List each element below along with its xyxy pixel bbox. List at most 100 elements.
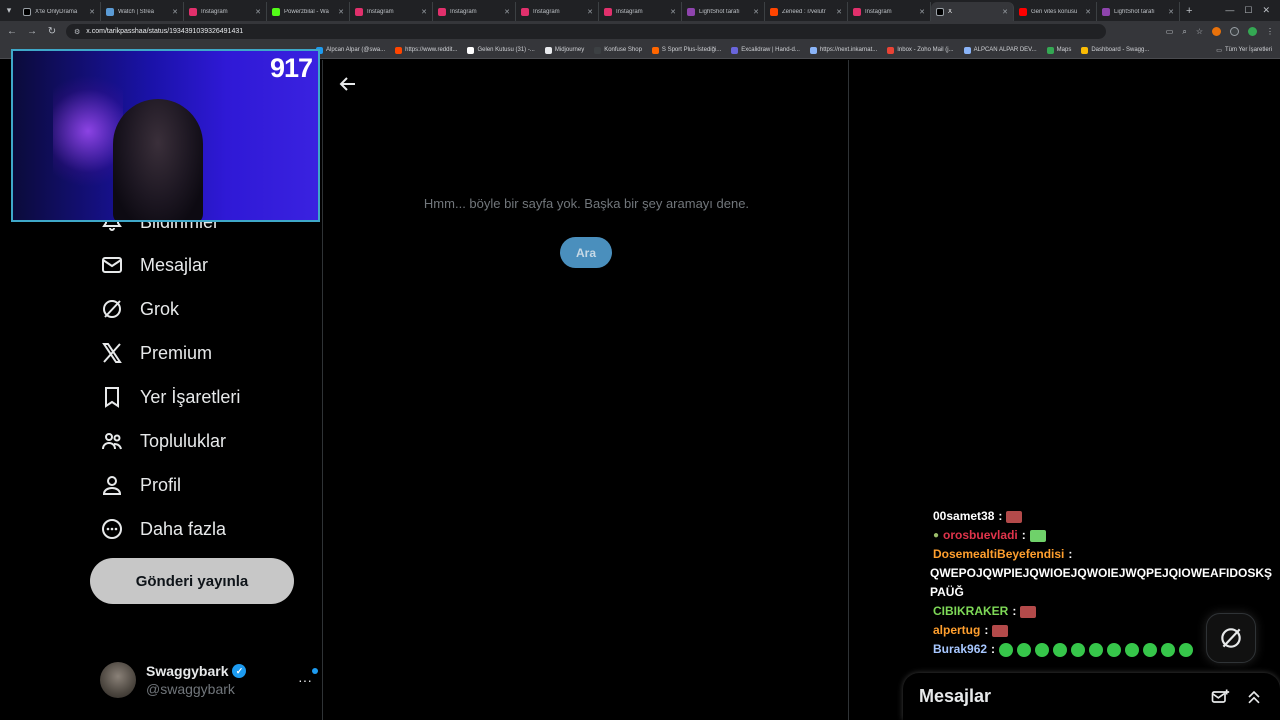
- tab-close-icon[interactable]: ✕: [670, 8, 676, 16]
- site-info-icon[interactable]: ⚙: [74, 28, 80, 36]
- bookmark-item[interactable]: https://next.inkarnat...: [809, 46, 878, 54]
- bookmark-item[interactable]: Midjourney: [544, 46, 584, 54]
- more-circle-icon: [102, 519, 122, 539]
- browser-tab[interactable]: Instagram ✕: [350, 2, 433, 21]
- chat-emote-icon: [999, 642, 1014, 657]
- cast-icon[interactable]: ▭: [1166, 27, 1174, 36]
- bookmark-favicon-icon: [651, 46, 659, 54]
- bookmark-item[interactable]: S Sport Plus-İstediği...: [651, 46, 721, 54]
- tab-close-icon[interactable]: ✕: [89, 8, 95, 16]
- nav-label: Grok: [140, 298, 180, 319]
- browser-tab[interactable]: X'te OnlyDrama ✕: [18, 2, 101, 21]
- browser-tab[interactable]: Instagram ✕: [516, 2, 599, 21]
- avatar: [100, 662, 136, 698]
- reload-icon[interactable]: ↻: [46, 26, 58, 37]
- forward-nav-icon[interactable]: →: [26, 26, 38, 37]
- bookmark-label: https://next.inkarnat...: [819, 47, 878, 53]
- account-more-icon[interactable]: ···: [298, 668, 318, 688]
- all-bookmarks-button[interactable]: ▭ Tüm Yer İşaretleri: [1216, 47, 1280, 54]
- bookmark-item[interactable]: Inbox - Zoho Mail (j...: [887, 46, 954, 54]
- tab-close-icon[interactable]: ✕: [919, 8, 925, 16]
- tab-close-icon[interactable]: ✕: [836, 8, 842, 16]
- bookmark-item[interactable]: Alpcan Alpar (@swa...: [316, 46, 385, 54]
- chat-emote-icon: [1143, 642, 1158, 657]
- browser-tab[interactable]: LightShot tarafı ✕: [682, 2, 765, 21]
- bookmark-item[interactable]: ALPCAN ALPAR DEV...: [963, 46, 1037, 54]
- tab-favicon-icon: [687, 7, 695, 16]
- account-switcher[interactable]: Swaggybark ✓ @swaggybark ···: [100, 660, 318, 700]
- expand-up-icon[interactable]: [1244, 687, 1264, 707]
- bookmark-item[interactable]: Excalidraw | Hand-d...: [731, 46, 800, 54]
- browser-tab-bar: ▾ X'te OnlyDrama ✕ Watch | Strea ✕ Instagram…: [0, 0, 1280, 21]
- back-arrow-icon[interactable]: [338, 74, 358, 94]
- browser-tab[interactable]: Instagram ✕: [184, 2, 267, 21]
- tab-close-icon[interactable]: ✕: [338, 8, 344, 16]
- tab-close-icon[interactable]: ✕: [172, 8, 178, 16]
- zoom-icon[interactable]: ⌕: [1182, 27, 1186, 37]
- bookmark-item[interactable]: Maps: [1046, 46, 1071, 54]
- browser-tab[interactable]: Zeneed : r/velutr ✕: [765, 2, 848, 21]
- tab-close-icon[interactable]: ✕: [255, 8, 261, 16]
- account-text: Swaggybark ✓ @swaggybark: [146, 663, 247, 697]
- new-message-icon[interactable]: [1210, 687, 1230, 707]
- browser-menu-icon[interactable]: ▾: [0, 0, 18, 21]
- bookmark-favicon-icon: [467, 46, 475, 54]
- browser-tab[interactable]: Instagram ✕: [599, 2, 682, 21]
- nav-item-bookmarks[interactable]: Yer İşaretleri: [100, 385, 240, 409]
- browser-tab[interactable]: X ✕: [931, 2, 1014, 21]
- bookmark-star-icon[interactable]: ☆: [1196, 27, 1203, 36]
- post-button[interactable]: Gönderi yayınla: [90, 558, 294, 604]
- tab-label: Instagram: [367, 8, 394, 15]
- bookmark-favicon-icon: [731, 46, 739, 54]
- bookmark-favicon-icon: [395, 46, 403, 54]
- nav-item-messages[interactable]: Mesajlar: [100, 253, 208, 277]
- nav-item-communities[interactable]: Topluluklar: [100, 429, 226, 453]
- bookmark-label: Konfuse Shop: [604, 47, 642, 53]
- browser-tab[interactable]: Powerzbilal - Wa ✕: [267, 2, 350, 21]
- tab-favicon-icon: [355, 7, 363, 16]
- back-nav-icon[interactable]: ←: [6, 26, 18, 37]
- browser-tab[interactable]: Geri vites konusu ✕: [1014, 2, 1097, 21]
- tab-close-icon[interactable]: ✕: [1085, 8, 1091, 16]
- bookmark-favicon-icon: [544, 46, 552, 54]
- more-dots: ···: [298, 672, 312, 688]
- chat-emote-icon: [1125, 642, 1140, 657]
- tab-close-icon[interactable]: ✕: [421, 8, 427, 16]
- new-tab-button[interactable]: +: [1186, 5, 1192, 17]
- minimize-icon[interactable]: —: [1225, 5, 1234, 16]
- tab-favicon-icon: [23, 7, 31, 16]
- bookmark-label: Dashboard - Swagg...: [1091, 47, 1150, 53]
- tab-close-icon[interactable]: ✕: [1002, 8, 1008, 16]
- nav-item-profile[interactable]: Profil: [100, 473, 181, 497]
- close-window-icon[interactable]: ✕: [1262, 5, 1270, 16]
- search-button[interactable]: Ara: [560, 237, 612, 268]
- nav-item-grok[interactable]: Grok: [100, 297, 179, 321]
- tab-close-icon[interactable]: ✕: [587, 8, 593, 16]
- extensions-puzzle-icon[interactable]: [1230, 27, 1239, 36]
- messages-drawer[interactable]: Mesajlar: [903, 673, 1280, 720]
- profile-avatar-icon[interactable]: [1248, 27, 1257, 36]
- nav-label: Profil: [140, 474, 182, 495]
- maximize-icon[interactable]: ☐: [1244, 5, 1252, 16]
- bookmark-item[interactable]: Gelen Kutusu (31) -...: [467, 46, 535, 54]
- chat-emote-icon: [1017, 642, 1032, 657]
- kebab-menu-icon[interactable]: ⋮: [1266, 27, 1274, 36]
- bookmark-item[interactable]: Konfuse Shop: [594, 46, 642, 54]
- browser-tab[interactable]: Instagram ✕: [848, 2, 931, 21]
- tab-close-icon[interactable]: ✕: [1168, 8, 1174, 16]
- nav-item-more[interactable]: Daha fazla: [100, 517, 226, 541]
- grok-floating-button[interactable]: [1206, 613, 1256, 663]
- browser-tab[interactable]: Instagram ✕: [433, 2, 516, 21]
- tab-favicon-icon: [1102, 7, 1110, 16]
- extension-icon[interactable]: [1212, 27, 1221, 36]
- browser-tab[interactable]: LightShot tarafı ✕: [1097, 2, 1180, 21]
- address-bar[interactable]: ⚙ x.com/tarikpasshaa/status/193439103932…: [66, 24, 1106, 39]
- chat-username: Burak962: [933, 642, 988, 656]
- tab-close-icon[interactable]: ✕: [753, 8, 759, 16]
- bookmark-favicon-icon: [594, 46, 602, 54]
- tab-close-icon[interactable]: ✕: [504, 8, 510, 16]
- browser-tab[interactable]: Watch | Strea ✕: [101, 2, 184, 21]
- bookmark-item[interactable]: https://www.reddit...: [395, 46, 457, 54]
- bookmark-item[interactable]: Dashboard - Swagg...: [1081, 46, 1150, 54]
- nav-item-premium[interactable]: Premium: [100, 341, 212, 365]
